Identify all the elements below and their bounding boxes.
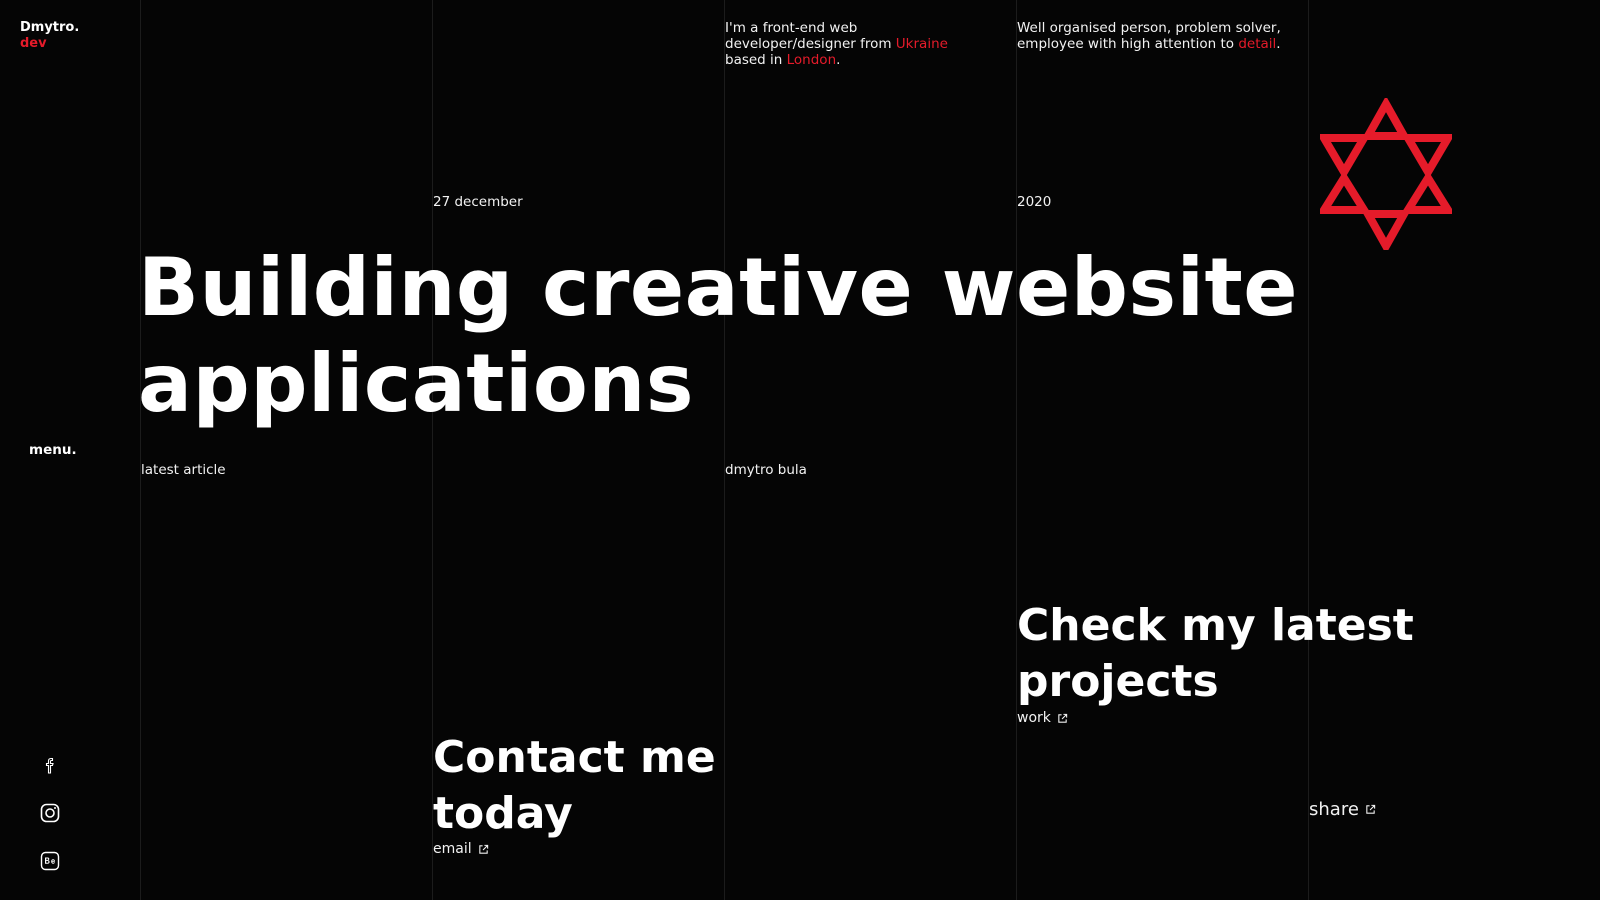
- intro-city: London: [786, 52, 837, 68]
- work-link-label: work: [1017, 710, 1051, 726]
- latest-article-link[interactable]: latest article: [141, 462, 226, 478]
- grid-line: [140, 0, 141, 900]
- grid-line: [1308, 0, 1309, 900]
- intro-text-part: based in: [725, 52, 787, 68]
- logo-suffix: dev: [20, 36, 47, 51]
- projects-heading-line: Check my latest: [1017, 600, 1414, 651]
- headline-line: Building creative website: [138, 241, 1299, 334]
- grid-line: [724, 0, 725, 900]
- behance-icon[interactable]: [39, 850, 61, 872]
- contact-heading-line: Contact me: [433, 732, 716, 783]
- facebook-icon[interactable]: [39, 754, 61, 776]
- contact-heading: Contact me today: [433, 730, 716, 842]
- contact-heading-line: today: [433, 788, 573, 839]
- email-link-label: email: [433, 841, 472, 857]
- menu-button[interactable]: menu.: [29, 442, 77, 458]
- external-link-icon: [478, 844, 488, 854]
- page-title: Building creative website applications: [138, 240, 1298, 432]
- about-text-part: .: [1276, 36, 1281, 52]
- external-link-icon: [1366, 804, 1376, 814]
- headline-line: applications: [138, 337, 694, 430]
- email-link[interactable]: email: [433, 841, 489, 857]
- instagram-icon[interactable]: [39, 802, 61, 824]
- date-label: 27 december: [433, 194, 523, 210]
- page: Dmytro. dev I'm a front-end web develope…: [0, 0, 1600, 900]
- work-link[interactable]: work: [1017, 710, 1068, 726]
- logo-name: Dmytro.: [20, 20, 80, 35]
- share-link[interactable]: share: [1309, 799, 1376, 820]
- about-text: Well organised person, problem solver, e…: [1017, 20, 1297, 52]
- intro-text: I'm a front-end web developer/designer f…: [725, 20, 975, 68]
- projects-heading-line: projects: [1017, 656, 1219, 707]
- intro-text-part: .: [836, 52, 841, 68]
- year-label: 2020: [1017, 194, 1052, 210]
- grid-line: [1016, 0, 1017, 900]
- intro-text-part: I'm a front-end web developer/designer f…: [725, 20, 896, 52]
- share-link-label: share: [1309, 799, 1359, 820]
- projects-heading: Check my latest projects: [1017, 598, 1414, 710]
- intro-country: Ukraine: [895, 36, 948, 52]
- author-name: dmytro bula: [725, 462, 807, 478]
- site-logo[interactable]: Dmytro. dev: [20, 20, 79, 52]
- external-link-icon: [1058, 713, 1068, 723]
- star-of-david-icon: [1320, 98, 1452, 250]
- about-highlight: detail: [1238, 36, 1277, 52]
